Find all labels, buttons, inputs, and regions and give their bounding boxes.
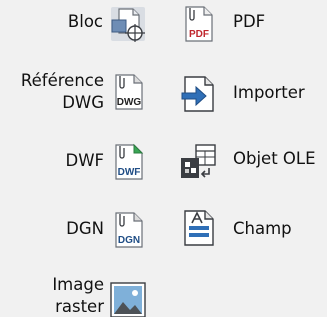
- import-arrow-icon: [178, 74, 218, 114]
- pdf-icon-text: PDF: [189, 29, 209, 40]
- dwf-file-icon: DWF: [108, 142, 148, 182]
- ole-object-label: Objet OLE: [233, 149, 316, 168]
- dwf-label: DWF: [65, 151, 104, 170]
- dwg-file-icon: DWG: [108, 72, 148, 112]
- bloc-button[interactable]: Bloc: [60, 2, 160, 46]
- dgn-file-icon: DGN: [108, 210, 148, 250]
- dwf-button[interactable]: DWF DWF: [56, 140, 160, 184]
- ole-object-button[interactable]: Objet OLE: [178, 140, 323, 184]
- dgn-icon-text: DGN: [118, 235, 140, 246]
- bloc-label: Bloc: [67, 12, 103, 31]
- dgn-label: DGN: [66, 219, 104, 238]
- insert-panel: Bloc PDF PDF Référence DWG DWG Importer …: [0, 0, 327, 317]
- raster-image-icon: [108, 280, 148, 317]
- importer-label: Importer: [233, 83, 305, 102]
- raster-image-label-line1: Image: [52, 275, 104, 294]
- raster-image-button[interactable]: Image raster: [30, 272, 160, 317]
- ole-object-icon: [178, 142, 218, 182]
- pdf-icon: PDF: [178, 4, 218, 44]
- field-label: Champ: [233, 219, 292, 238]
- importer-button[interactable]: Importer: [178, 72, 318, 116]
- dwg-reference-label-line2: DWG: [62, 93, 104, 112]
- dwf-icon-text: DWF: [118, 167, 141, 178]
- field-icon: [178, 208, 218, 248]
- field-button[interactable]: Champ: [178, 206, 308, 250]
- dwg-reference-label-line1: Référence: [20, 71, 104, 90]
- pdf-button[interactable]: PDF PDF: [178, 2, 288, 46]
- raster-image-label-line2: raster: [55, 297, 104, 316]
- block-insert-icon: [108, 4, 148, 44]
- dgn-button[interactable]: DGN DGN: [56, 206, 160, 250]
- pdf-label: PDF: [233, 12, 266, 31]
- dwg-reference-button[interactable]: Référence DWG DWG: [4, 68, 160, 118]
- dwg-icon-text: DWG: [117, 97, 142, 108]
